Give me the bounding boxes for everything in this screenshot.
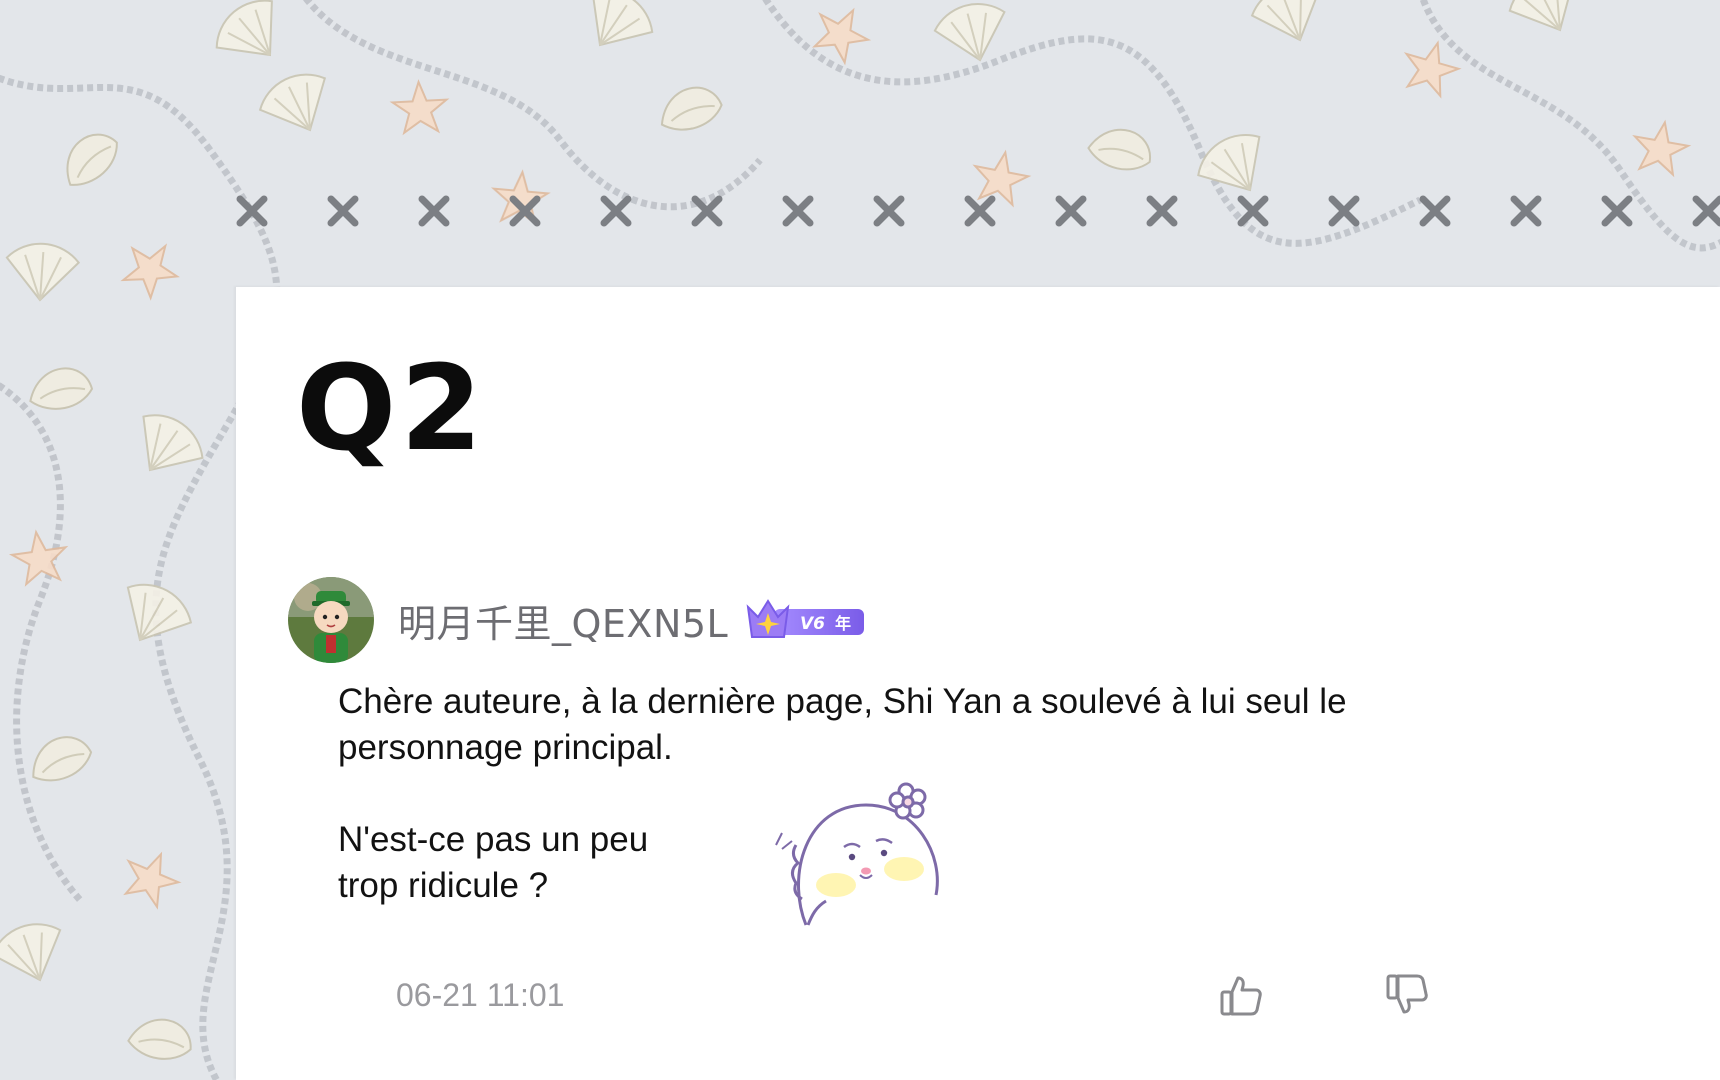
- thumbs-down-icon[interactable]: [1384, 972, 1430, 1018]
- stitch-x-icon: [1418, 188, 1509, 234]
- username[interactable]: 明月千里_QEXN5L: [398, 593, 728, 648]
- stitch-x-icon: [235, 188, 326, 234]
- thumbs-up-icon[interactable]: [1218, 972, 1264, 1018]
- comment-paragraph: Chère auteure, à la dernière page, Shi Y…: [338, 682, 1347, 767]
- comment-timestamp: 06-21 11:01: [396, 977, 565, 1013]
- blob-sticker: [775, 782, 939, 926]
- stitch-x-icon: [599, 188, 690, 234]
- stitch-x-icon: [963, 188, 1054, 234]
- stitch-x-icon: [417, 188, 508, 234]
- stitch-x-icon: [1691, 188, 1720, 234]
- badge-level: V6: [800, 614, 825, 634]
- comment-card: Q2 明月千里_QEXN5L V6 年 Chère auteure, à la …: [236, 287, 1720, 1080]
- stitch-x-icon: [781, 188, 872, 234]
- stitch-x-icon: [1236, 188, 1327, 234]
- stitch-x-icon: [1509, 188, 1600, 234]
- stitch-x-icon: [1054, 188, 1145, 234]
- comment-header: 明月千里_QEXN5L V6 年: [288, 577, 866, 663]
- vip-level-badge: V6 年: [746, 599, 865, 638]
- stitch-divider: [235, 188, 1720, 234]
- stitch-x-icon: [1600, 188, 1691, 234]
- stitch-x-icon: [690, 188, 781, 234]
- stitch-x-icon: [872, 188, 963, 234]
- stitch-x-icon: [326, 188, 417, 234]
- badge-suffix: 年: [835, 614, 851, 633]
- stitch-x-icon: [1327, 188, 1418, 234]
- stitch-x-icon: [1145, 188, 1236, 234]
- avatar[interactable]: [288, 577, 374, 663]
- question-label: Q2: [296, 339, 487, 477]
- stitch-x-icon: [508, 188, 599, 234]
